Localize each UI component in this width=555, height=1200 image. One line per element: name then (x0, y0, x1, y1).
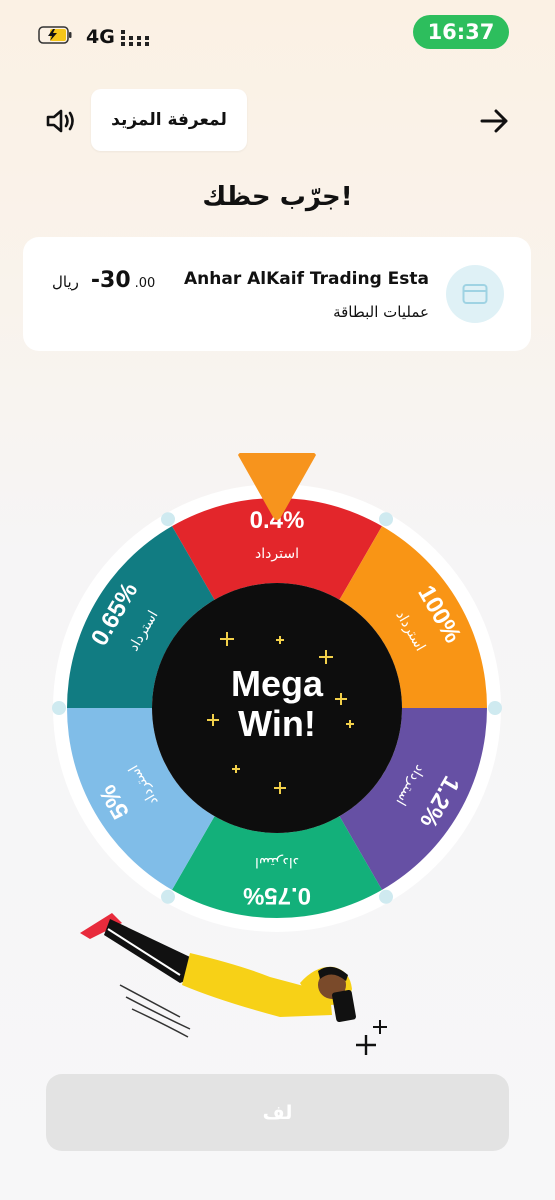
flying-person-illustration (80, 913, 387, 1055)
wheel-rim-dot (379, 512, 393, 527)
wheel-rim-dot (161, 889, 175, 904)
arrow-right-icon[interactable] (478, 104, 512, 138)
network-type: 4G (86, 26, 115, 48)
wheel-rim-dot (52, 701, 66, 715)
segment-label: استرداد (255, 854, 299, 870)
transaction-amount: ريال -30.00 (52, 268, 155, 293)
spin-button[interactable]: لف (46, 1074, 509, 1151)
currency-label: ريال (52, 273, 79, 291)
battery-icon (38, 26, 72, 44)
wheel-rim-dot (161, 512, 175, 527)
speaker-icon[interactable] (44, 104, 78, 138)
merchant-name: Anhar AlKaif Trading Esta (183, 269, 429, 289)
signal-icon (121, 30, 149, 46)
learn-more-button[interactable]: لمعرفة المزيد (91, 89, 247, 151)
transaction-category: عمليات البطاقة (333, 303, 429, 321)
amount-decimal: .00 (134, 276, 156, 291)
mega-text: Mega (231, 663, 324, 704)
wheel-rim-dot (488, 701, 502, 715)
page-title: جرّب حظك! (202, 182, 353, 212)
wheel-rim-dot (379, 889, 393, 904)
win-text: Win! (238, 703, 316, 744)
card-icon (446, 265, 504, 323)
amount-value: -30 (90, 268, 131, 293)
segment-label: استرداد (255, 546, 299, 562)
status-time: 16:37 (413, 15, 509, 49)
prize-wheel[interactable]: 0.4%استرداد100%استرداد1.2%استرداد0.75%اس… (52, 453, 502, 933)
